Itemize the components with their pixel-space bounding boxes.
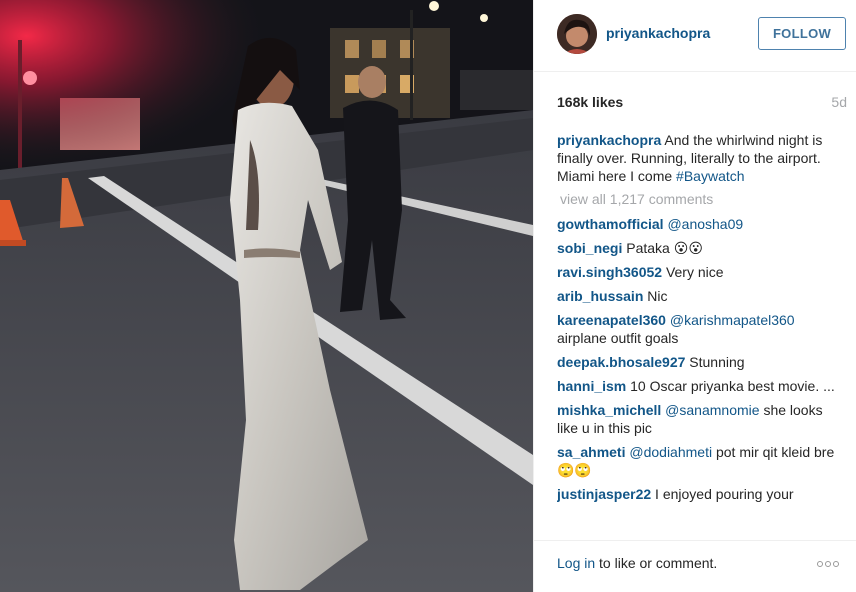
post-details-panel: priyankachopra FOLLOW 168k likes 5d priy… — [533, 0, 856, 592]
comment-username[interactable]: justinjasper22 — [557, 486, 651, 502]
avatar-image — [557, 14, 597, 54]
comment-item: hanni_ism 10 Oscar priyanka best movie. … — [557, 377, 847, 395]
comment-username[interactable]: hanni_ism — [557, 378, 626, 394]
comment-item: sa_ahmeti @dodiahmeti pot mir qit kleid … — [557, 443, 847, 479]
comment-username[interactable]: deepak.bhosale927 — [557, 354, 685, 370]
caption-username[interactable]: priyankachopra — [557, 132, 661, 148]
post-age[interactable]: 5d — [831, 94, 847, 110]
comment-item: kareenapatel360 @karishmapatel360 airpla… — [557, 311, 847, 347]
comment-item: sobi_negi Pataka 😮😮 — [557, 239, 847, 257]
comment-username[interactable]: arib_hussain — [557, 288, 643, 304]
login-prompt-text: to like or comment. — [595, 555, 718, 571]
comment-mention[interactable]: @anosha09 — [667, 216, 743, 232]
comment-item: arib_hussain Nic — [557, 287, 847, 305]
comments-list[interactable]: priyankachopra And the whirlwind night i… — [557, 131, 847, 529]
comment-text: Stunning — [689, 354, 745, 370]
comment-text: I enjoyed pouring your — [655, 486, 794, 502]
comment-mention[interactable]: @dodiahmeti — [629, 444, 712, 460]
comment-username[interactable]: kareenapatel360 — [557, 312, 666, 328]
author-avatar[interactable] — [557, 14, 597, 54]
comment-username[interactable]: ravi.singh36052 — [557, 264, 662, 280]
comment-mention[interactable]: @karishmapatel360 — [670, 312, 795, 328]
caption: priyankachopra And the whirlwind night i… — [557, 131, 847, 185]
comment-username[interactable]: mishka_michell — [557, 402, 661, 418]
caption-hashtag[interactable]: #Baywatch — [676, 168, 744, 184]
login-link[interactable]: Log in — [557, 555, 595, 571]
comment-item: gowthamofficial @anosha09 — [557, 215, 847, 233]
post-photo[interactable] — [0, 0, 533, 592]
post-stats: 168k likes 5d — [557, 94, 847, 112]
comment-item: ravi.singh36052 Very nice — [557, 263, 847, 281]
comment-text: Very nice — [665, 264, 724, 280]
comment-text: airplane outfit goals — [557, 330, 679, 346]
more-dot — [817, 560, 823, 567]
comment-mention[interactable]: @sanamnomie — [665, 402, 759, 418]
comment-item: mishka_michell @sanamnomie she looks lik… — [557, 401, 847, 437]
comment-username[interactable]: gowthamofficial — [557, 216, 664, 232]
more-options-icon[interactable] — [817, 555, 847, 573]
comment-text: Pataka 😮😮 — [626, 240, 703, 256]
view-all-comments-link[interactable]: view all 1,217 comments — [560, 190, 847, 208]
post-footer: Log in to like or comment. — [534, 540, 856, 592]
post-header: priyankachopra FOLLOW — [534, 0, 856, 72]
likes-count[interactable]: 168k likes — [557, 94, 623, 110]
comment-text: Nic — [647, 288, 668, 304]
comment-username[interactable]: sa_ahmeti — [557, 444, 625, 460]
comment-username[interactable]: sobi_negi — [557, 240, 622, 256]
author-username[interactable]: priyankachopra — [606, 25, 710, 41]
photo-scene — [0, 0, 533, 592]
more-dot — [825, 560, 831, 567]
comment-text: 10 Oscar priyanka best movie. ... — [630, 378, 835, 394]
comment-item: deepak.bhosale927 Stunning — [557, 353, 847, 371]
comment-item: justinjasper22 I enjoyed pouring your — [557, 485, 847, 503]
follow-button[interactable]: FOLLOW — [758, 17, 846, 50]
more-dot — [833, 560, 839, 567]
login-prompt: Log in to like or comment. — [557, 555, 717, 571]
